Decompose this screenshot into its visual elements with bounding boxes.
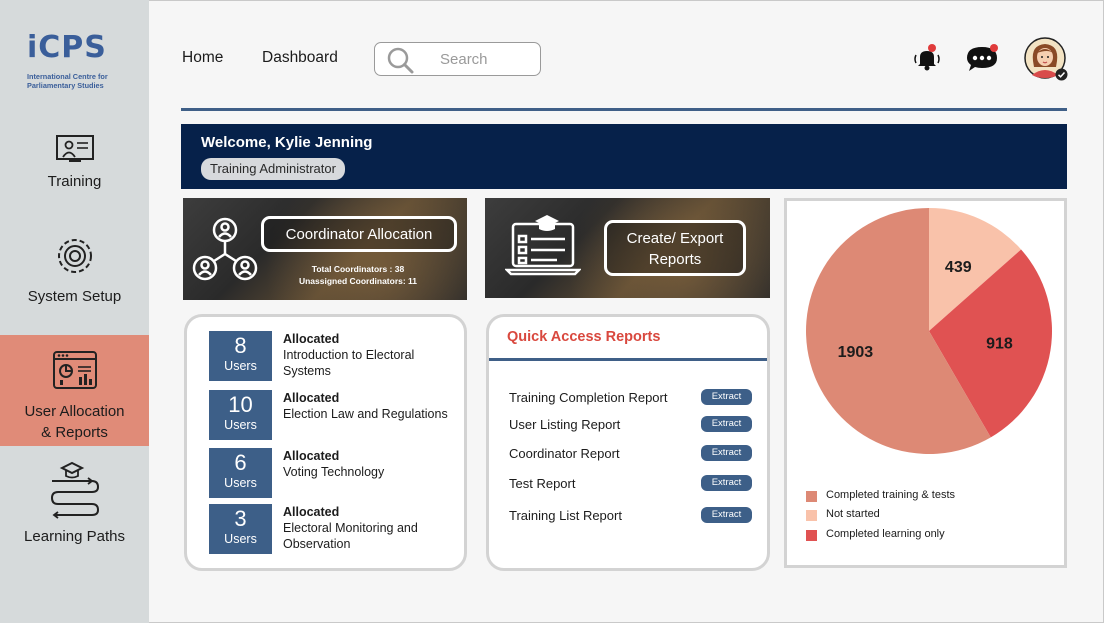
- report-dashboard-icon: [52, 351, 97, 389]
- legend-label: Completed learning only: [826, 528, 945, 540]
- allocation-course: Allocated Electoral Monitoring and Obser…: [283, 505, 418, 551]
- legend-swatch: [806, 510, 817, 521]
- online-check-icon: [1055, 68, 1068, 81]
- user-count-badge: 8 Users: [209, 331, 272, 381]
- search-input[interactable]: Search: [440, 51, 488, 68]
- sidebar-item-label: Training: [47, 173, 102, 190]
- welcome-greeting: Welcome, Kylie Jenning: [201, 134, 373, 151]
- report-label: Training List Report: [509, 508, 622, 523]
- coordinator-allocation-button[interactable]: Coordinator Allocation: [261, 216, 457, 252]
- allocation-item[interactable]: 6 Users Allocated Voting Technology: [209, 448, 459, 498]
- logo-text: iCPS: [27, 30, 107, 65]
- welcome-banner: Welcome, Kylie Jenning Training Administ…: [181, 124, 1067, 189]
- avatar[interactable]: [1023, 37, 1069, 83]
- training-status-pie-chart: 439 918 1903: [806, 208, 1052, 454]
- sidebar-item-label: System Setup: [27, 288, 122, 305]
- quick-access-panel: Quick Access Reports Training Completion…: [486, 314, 770, 571]
- legend-label: Completed training & tests: [826, 489, 956, 501]
- notification-bell-icon: [914, 51, 940, 71]
- nav-dashboard[interactable]: Dashboard: [262, 49, 338, 67]
- sidebar-item-system-setup[interactable]: System Setup: [0, 234, 149, 309]
- training-icon: [55, 135, 94, 162]
- settings-gear-icon: [57, 239, 92, 273]
- report-row: Test Report Extract: [509, 475, 754, 493]
- training-status-chart-panel: 439 918 1903 Completed training & tests Not…: [784, 198, 1067, 568]
- legend-label: Not started: [826, 508, 880, 520]
- messages-button[interactable]: [965, 43, 1001, 75]
- sidebar-item-user-allocation[interactable]: User Allocation & Reports: [0, 335, 149, 446]
- extract-button[interactable]: Extract: [701, 507, 752, 523]
- allocation-item[interactable]: 8 Users Allocated Introduction to Electo…: [209, 331, 459, 381]
- learning-paths-icon: [50, 461, 99, 519]
- pie-data-label: 1903: [838, 344, 874, 361]
- sidebar-item-label: Learning Paths: [24, 528, 125, 545]
- report-label: Test Report: [509, 476, 576, 491]
- create-export-reports-button[interactable]: Create/ Export Reports: [604, 220, 746, 276]
- allocation-course: Allocated Election Law and Regulations: [283, 391, 448, 421]
- report-label: Coordinator Report: [509, 446, 620, 461]
- allocations-panel: 8 Users Allocated Introduction to Electo…: [184, 314, 467, 571]
- extract-button[interactable]: Extract: [701, 416, 752, 432]
- search-icon: [387, 47, 414, 74]
- pie-data-label: 918: [986, 335, 1013, 352]
- message-dot: [990, 44, 998, 52]
- quick-access-title: Quick Access Reports: [507, 329, 661, 345]
- report-row: Training Completion Report Extract: [509, 389, 754, 407]
- report-label: Training Completion Report: [509, 390, 668, 405]
- logo-subtitle: International Centre for Parliamentary S…: [27, 72, 108, 90]
- allocation-course: Allocated Voting Technology: [283, 449, 385, 479]
- report-row: Training List Report Extract: [509, 507, 754, 525]
- sidebar-item-label: User Allocation & Reports: [24, 403, 125, 441]
- allocation-course: Allocated Introduction to Electoral Syst…: [283, 332, 415, 378]
- coordinator-allocation-card[interactable]: Coordinator Allocation Total Coordinator…: [183, 198, 467, 300]
- extract-button[interactable]: Extract: [701, 475, 752, 491]
- role-badge: Training Administrator: [201, 158, 345, 180]
- user-count-badge: 3 Users: [209, 504, 272, 554]
- report-row: Coordinator Report Extract: [509, 445, 754, 463]
- extract-button[interactable]: Extract: [701, 445, 752, 461]
- icps-logo[interactable]: iCPS International Centre for Parliament…: [22, 30, 132, 92]
- create-export-reports-card[interactable]: Create/ Export Reports: [485, 198, 770, 298]
- notification-button[interactable]: [912, 44, 942, 74]
- notification-dot: [928, 44, 936, 52]
- sidebar: iCPS International Centre for Parliament…: [0, 0, 149, 623]
- user-count-badge: 10 Users: [209, 390, 272, 440]
- network-users-icon: [192, 217, 258, 281]
- search-box[interactable]: Search: [374, 42, 541, 76]
- coordinator-stats: Total Coordinators : 38 Unassigned Coord…: [298, 264, 418, 286]
- sidebar-item-learning-paths[interactable]: Learning Paths: [0, 461, 149, 551]
- quick-access-divider: [489, 358, 767, 361]
- extract-button[interactable]: Extract: [701, 389, 752, 405]
- user-count-badge: 6 Users: [209, 448, 272, 498]
- allocation-item[interactable]: 3 Users Allocated Electoral Monitoring a…: [209, 504, 459, 554]
- legend-swatch: [806, 530, 817, 541]
- nav-home[interactable]: Home: [182, 49, 223, 67]
- report-label: User Listing Report: [509, 417, 621, 432]
- header-divider: [181, 108, 1067, 111]
- legend-swatch: [806, 491, 817, 502]
- report-row: User Listing Report Extract: [509, 416, 754, 434]
- allocation-item[interactable]: 10 Users Allocated Election Law and Regu…: [209, 390, 459, 440]
- pie-data-label: 439: [945, 259, 972, 276]
- laptop-course-icon: [505, 215, 581, 276]
- sidebar-item-training[interactable]: Training: [0, 133, 149, 195]
